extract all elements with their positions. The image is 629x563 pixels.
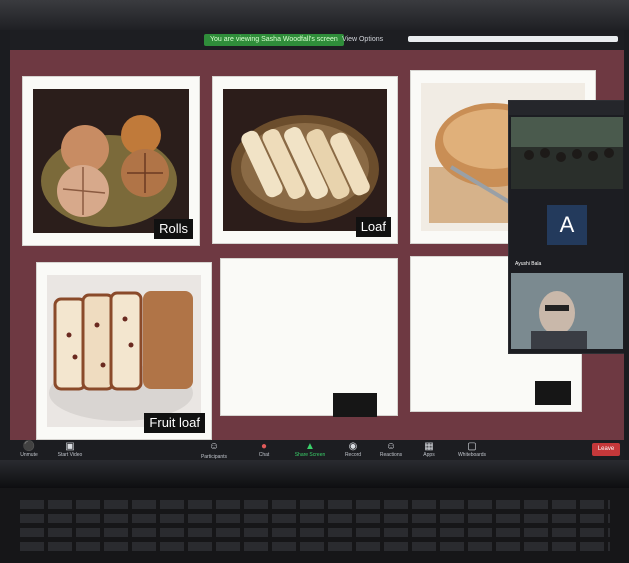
leave-button[interactable]: Leave xyxy=(592,443,620,456)
laptop-bezel xyxy=(0,0,629,30)
start-video-label: Start Video xyxy=(57,452,83,458)
top-right-strip xyxy=(408,36,618,42)
whiteboard-icon: ▢ xyxy=(467,441,477,452)
person-video-thumbnail xyxy=(511,273,623,349)
loaf-illustration xyxy=(231,115,379,223)
share-screen-label: Share Screen xyxy=(294,452,326,458)
key-row xyxy=(20,542,610,551)
apps-button[interactable]: ▦ Apps xyxy=(418,441,440,458)
unmute-label: Unmute xyxy=(20,452,38,458)
reactions-button[interactable]: ☺ Reactions xyxy=(374,441,408,458)
whiteboards-label: Whiteboards xyxy=(457,452,487,458)
reactions-icon: ☺ xyxy=(385,441,397,452)
participant-tile-ayushi[interactable]: A Ayushi Bala xyxy=(511,193,623,269)
record-icon: ◉ xyxy=(348,441,358,452)
slide-card-blank-1 xyxy=(220,258,398,417)
video-camera-icon: ▣ xyxy=(65,441,75,452)
zoom-window: You are viewing Sasha Woodfall's screen … xyxy=(10,30,624,460)
start-video-button[interactable]: ▣ Start Video xyxy=(50,441,90,458)
rolls-illustration xyxy=(41,115,177,227)
loaf-photo xyxy=(223,89,387,231)
participants-icon: ☺ xyxy=(208,441,220,452)
sharing-notice-badge: You are viewing Sasha Woodfall's screen xyxy=(204,34,344,46)
slide-card-rolls: Rolls xyxy=(22,76,200,246)
key-row xyxy=(20,528,610,537)
participants-video-panel[interactable]: A Ayushi Bala xyxy=(508,100,624,354)
participant-tile-gallery[interactable] xyxy=(511,117,623,189)
participant-name: Ayushi Bala xyxy=(515,261,542,267)
chat-label: Chat xyxy=(258,452,270,458)
key-row xyxy=(20,514,610,523)
reactions-label: Reactions xyxy=(379,452,403,458)
meeting-topbar: You are viewing Sasha Woodfall's screen … xyxy=(10,30,624,50)
record-button[interactable]: ◉ Record xyxy=(340,441,366,458)
microphone-icon: ⚫ xyxy=(22,441,36,452)
share-screen-icon: ▲ xyxy=(305,441,315,452)
chat-icon: ● xyxy=(260,441,268,452)
avatar: A xyxy=(547,205,587,245)
apps-label: Apps xyxy=(423,452,435,458)
record-label: Record xyxy=(344,452,362,458)
view-options-button[interactable]: View Options xyxy=(342,34,383,46)
meeting-toolbar: ⚫ Unmute ▣ Start Video ☺ Participants ● … xyxy=(10,440,624,460)
blank-label-box xyxy=(535,381,571,405)
card-label-fruit-loaf: Fruit loaf xyxy=(144,413,205,433)
card-label-rolls: Rolls xyxy=(154,219,193,239)
slide-card-fruit-loaf: Fruit loaf xyxy=(36,262,212,440)
card-label-loaf: Loaf xyxy=(355,217,391,237)
blank-label-box xyxy=(333,393,377,417)
fruit-loaf-photo xyxy=(47,275,201,427)
key-row xyxy=(20,500,610,509)
apps-icon: ▦ xyxy=(424,441,434,452)
participants-button[interactable]: ☺ Participants xyxy=(192,441,236,460)
unmute-button[interactable]: ⚫ Unmute xyxy=(14,441,44,458)
slide-card-loaf: Loaf xyxy=(212,76,398,244)
laptop-hinge xyxy=(0,460,629,488)
group-video-thumbnail xyxy=(511,117,623,189)
laptop-keyboard xyxy=(0,488,629,563)
fruit-loaf-illustration xyxy=(49,291,193,421)
participant-tile-video[interactable] xyxy=(511,273,623,349)
whiteboards-button[interactable]: ▢ Whiteboards xyxy=(450,441,494,458)
rolls-photo xyxy=(33,89,189,233)
panel-controls[interactable] xyxy=(509,101,624,115)
share-screen-button[interactable]: ▲ Share Screen xyxy=(290,441,330,458)
chat-button[interactable]: ● Chat xyxy=(250,441,278,458)
